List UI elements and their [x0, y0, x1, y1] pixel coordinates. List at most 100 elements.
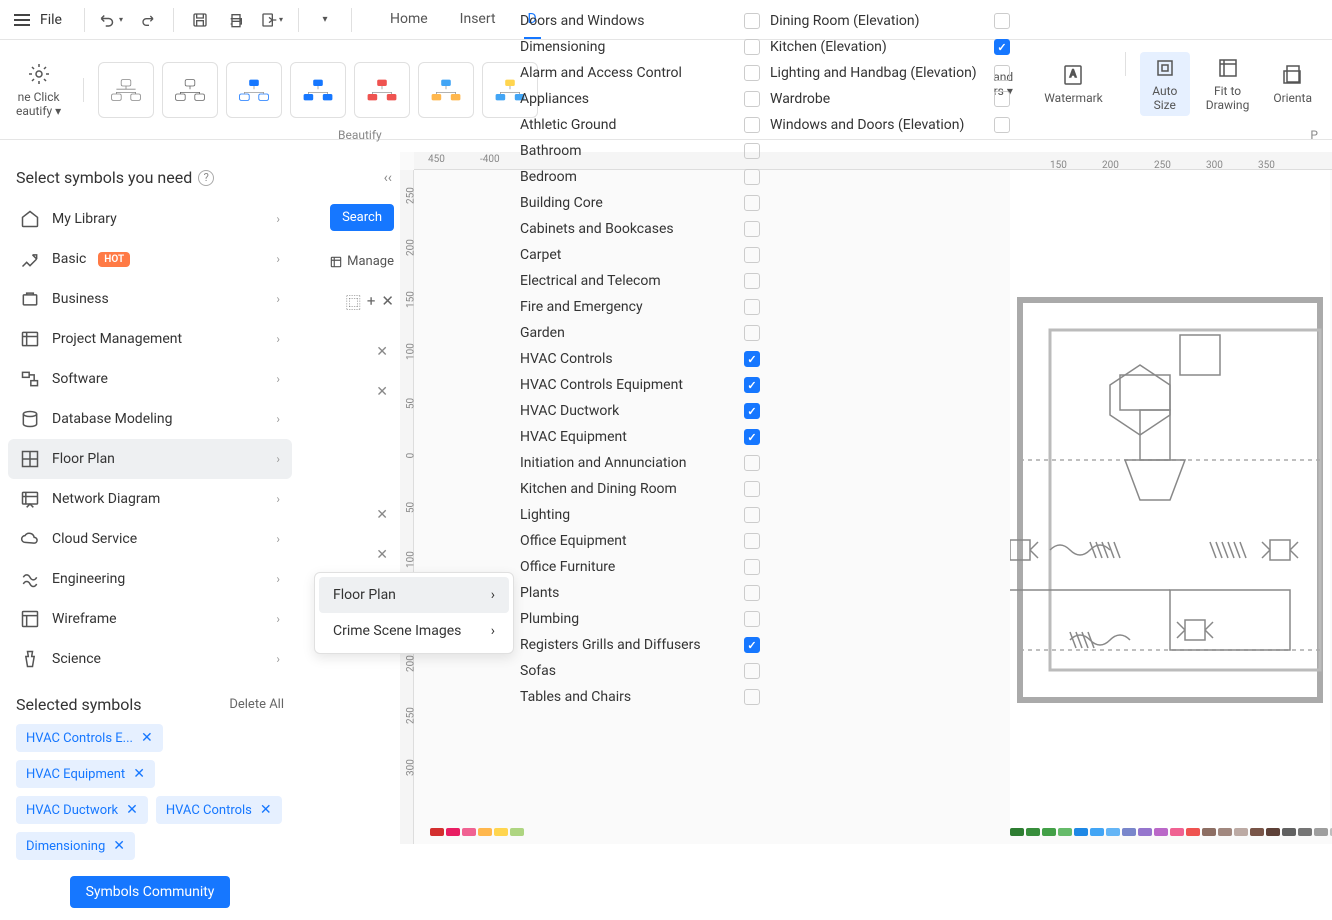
checkbox[interactable] — [744, 481, 760, 497]
submenu-item[interactable]: Crime Scene Images› — [319, 613, 509, 649]
checkbox[interactable] — [744, 351, 760, 367]
color-swatch[interactable] — [1186, 828, 1200, 836]
color-swatch[interactable] — [446, 828, 460, 836]
checkbox[interactable] — [744, 299, 760, 315]
checkbox[interactable] — [744, 533, 760, 549]
close-panel-icon[interactable]: ✕ — [381, 292, 394, 313]
collapse-icon[interactable]: ‹‹ — [384, 170, 392, 186]
color-swatch[interactable] — [1234, 828, 1248, 836]
symbol-option[interactable]: Initiation and Annunciation — [520, 450, 760, 476]
color-swatch[interactable] — [1154, 828, 1168, 836]
menu-icon[interactable] — [8, 8, 36, 32]
checkbox[interactable] — [744, 689, 760, 705]
symbol-option[interactable]: Fire and Emergency — [520, 294, 760, 320]
selected-chip[interactable]: Dimensioning✕ — [16, 832, 135, 860]
undo-icon[interactable]: ▾ — [95, 6, 127, 34]
category-wireframe[interactable]: Wireframe› — [8, 599, 292, 639]
color-swatch[interactable] — [1314, 828, 1328, 836]
color-swatch[interactable] — [478, 828, 492, 836]
category-project-management[interactable]: Project Management› — [8, 319, 292, 359]
checkbox[interactable] — [744, 585, 760, 601]
symbol-option[interactable]: Bathroom — [520, 138, 760, 164]
category-basic[interactable]: BasicHOT› — [8, 239, 292, 279]
symbol-option[interactable]: Bedroom — [520, 164, 760, 190]
manage-link[interactable]: Manage — [329, 254, 394, 269]
shape-style-3[interactable] — [226, 62, 282, 118]
close-icon[interactable]: ✕ — [376, 547, 388, 563]
shape-style-1[interactable] — [98, 62, 154, 118]
category-science[interactable]: Science› — [8, 639, 292, 679]
checkbox[interactable] — [744, 429, 760, 445]
one-click-beautify-button[interactable]: ne Click eautify ▾ — [8, 58, 69, 122]
color-swatch[interactable] — [462, 828, 476, 836]
symbol-option[interactable]: Plumbing — [520, 606, 760, 632]
checkbox[interactable] — [744, 273, 760, 289]
color-swatch[interactable] — [1138, 828, 1152, 836]
more-icon[interactable]: ▾ — [309, 6, 341, 34]
checkbox[interactable] — [744, 403, 760, 419]
save-icon[interactable] — [184, 6, 216, 34]
symbol-option[interactable]: Wardrobe — [770, 86, 1010, 112]
symbol-option[interactable]: HVAC Controls Equipment — [520, 372, 760, 398]
checkbox[interactable] — [744, 507, 760, 523]
add-icon[interactable]: + — [367, 292, 376, 313]
selected-chip[interactable]: HVAC Ductwork✕ — [16, 796, 148, 824]
symbol-option[interactable]: Kitchen and Dining Room — [520, 476, 760, 502]
print-icon[interactable] — [220, 6, 252, 34]
tab-home[interactable]: Home — [386, 1, 432, 39]
tab-insert[interactable]: Insert — [456, 1, 500, 39]
color-swatch[interactable] — [1058, 828, 1072, 836]
color-swatch[interactable] — [1266, 828, 1280, 836]
checkbox[interactable] — [744, 247, 760, 263]
color-swatch[interactable] — [494, 828, 508, 836]
color-swatch[interactable] — [1026, 828, 1040, 836]
symbol-option[interactable]: Dining Room (Elevation) — [770, 8, 1010, 34]
symbol-option[interactable]: HVAC Ductwork — [520, 398, 760, 424]
close-icon[interactable]: ✕ — [376, 507, 388, 523]
checkbox[interactable] — [994, 65, 1010, 81]
checkbox[interactable] — [744, 65, 760, 81]
symbol-option[interactable]: Office Furniture — [520, 554, 760, 580]
symbol-option[interactable]: Athletic Ground — [520, 112, 760, 138]
symbol-option[interactable]: HVAC Controls — [520, 346, 760, 372]
selected-chip[interactable]: HVAC Equipment✕ — [16, 760, 155, 788]
category-database-modeling[interactable]: Database Modeling› — [8, 399, 292, 439]
symbol-option[interactable]: Dimensioning — [520, 34, 760, 60]
color-swatch[interactable] — [1122, 828, 1136, 836]
shape-style-6[interactable] — [418, 62, 474, 118]
shape-style-5[interactable] — [354, 62, 410, 118]
chip-remove-icon[interactable]: ✕ — [133, 766, 145, 782]
checkbox[interactable] — [744, 637, 760, 653]
color-swatch[interactable] — [510, 828, 524, 836]
checkbox[interactable] — [744, 455, 760, 471]
symbol-option[interactable]: Plants — [520, 580, 760, 606]
checkbox[interactable] — [744, 143, 760, 159]
chip-remove-icon[interactable]: ✕ — [260, 802, 272, 818]
close-icon[interactable]: ✕ — [376, 384, 388, 400]
color-swatch[interactable] — [1170, 828, 1184, 836]
category-floor-plan[interactable]: Floor Plan› — [8, 439, 292, 479]
checkbox[interactable] — [744, 611, 760, 627]
color-swatch[interactable] — [1298, 828, 1312, 836]
category-network-diagram[interactable]: Network Diagram› — [8, 479, 292, 519]
checkbox[interactable] — [744, 91, 760, 107]
symbol-option[interactable]: Windows and Doors (Elevation) — [770, 112, 1010, 138]
symbol-option[interactable]: Tables and Chairs — [520, 684, 760, 710]
selected-chip[interactable]: HVAC Controls✕ — [156, 796, 282, 824]
checkbox[interactable] — [994, 39, 1010, 55]
chip-remove-icon[interactable]: ✕ — [113, 838, 125, 854]
watermark-button[interactable]: A Watermark — [1036, 52, 1111, 116]
checkbox[interactable] — [744, 195, 760, 211]
orientation-button[interactable]: Orienta — [1265, 52, 1320, 116]
checkbox[interactable] — [744, 559, 760, 575]
symbols-community-button[interactable]: Symbols Community — [70, 876, 231, 908]
checkbox[interactable] — [744, 39, 760, 55]
color-swatch[interactable] — [1074, 828, 1088, 836]
redo-icon[interactable] — [131, 6, 163, 34]
symbol-option[interactable]: Lighting and Handbag (Elevation) — [770, 60, 1010, 86]
checkbox[interactable] — [744, 663, 760, 679]
color-swatch[interactable] — [1218, 828, 1232, 836]
color-palette-right[interactable] — [1010, 828, 1332, 836]
color-swatch[interactable] — [1042, 828, 1056, 836]
color-swatch[interactable] — [1250, 828, 1264, 836]
